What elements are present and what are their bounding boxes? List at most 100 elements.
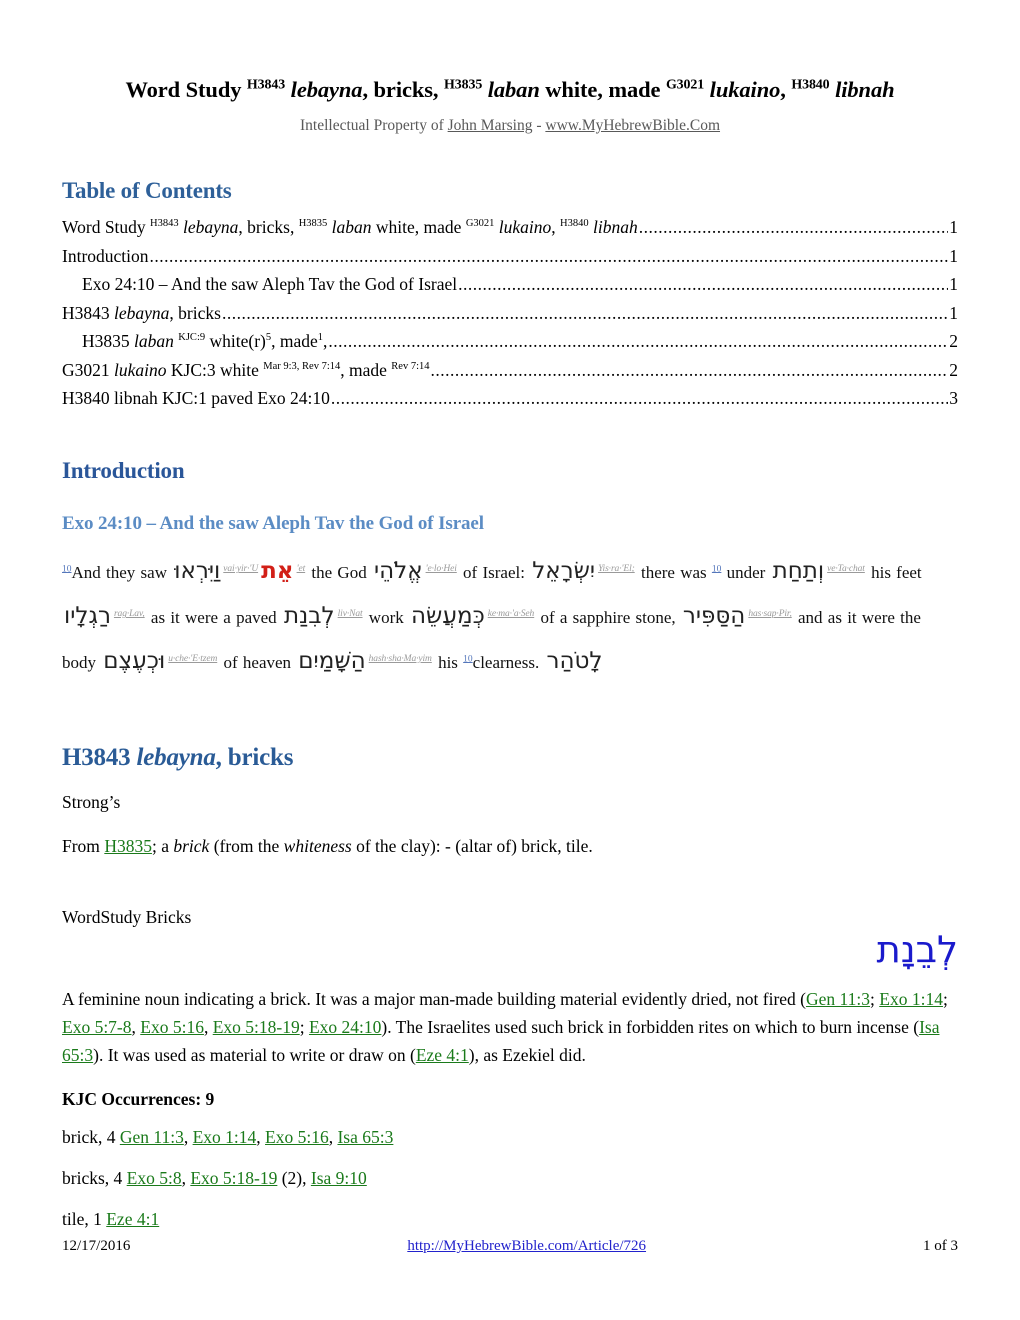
subtitle-separator: - [532, 117, 546, 135]
page-footer: 12/17/2016 http://MyHebrewBible.com/Arti… [62, 1238, 958, 1255]
toc-heading: Table of Contents [62, 178, 232, 203]
english-gloss: his feet [865, 563, 922, 582]
hebrew-word: כְּמַעֲשֵׂה [411, 602, 485, 629]
toc-label-part-0: Word Study [62, 217, 151, 237]
transliteration[interactable]: ve·Ta·chat [826, 564, 866, 575]
toc-label-part-6: , made [271, 331, 318, 352]
transliteration[interactable]: 'e·lo·Hei [425, 564, 458, 575]
strongs-def-part-3: brick [173, 836, 210, 857]
hebrew-word: לְבִנַת [283, 602, 335, 629]
h3843-desc-link-11[interactable]: Exo 24:10 [309, 1017, 381, 1037]
english-gloss: his [432, 652, 464, 672]
toc-page-number: 3 [949, 388, 958, 409]
wordstudy-hebrew-word: לְבֵנָת [876, 928, 958, 972]
strongs-def-part-6: of the clay): - (altar of) brick, tile. [351, 836, 593, 857]
footer-url-link[interactable]: http://MyHebrewBible.com/Article/726 [407, 1238, 646, 1254]
transliteration[interactable]: rag·Lav, [113, 609, 146, 619]
transliteration[interactable]: has·sap·Pir, [747, 609, 792, 619]
occurrence-1-link-1[interactable]: Exo 5:8 [127, 1168, 182, 1188]
toc-label-part-3: KJC:9 [178, 332, 206, 344]
occurrence-0-link-5[interactable]: Exo 5:16 [265, 1127, 329, 1147]
wordstudy-label: WordStudy Bricks [62, 906, 192, 927]
toc-page-number: 1 [949, 217, 958, 237]
toc-page-number: 1 [949, 274, 958, 295]
hebrew-word: וַיִּרְאוּ [174, 558, 221, 584]
introduction-section: Introduction Exo 24:10 – And the saw Ale… [62, 458, 958, 684]
h3843-desc-link-15[interactable]: Eze 4:1 [416, 1045, 469, 1065]
toc-label-part-4: , made [340, 359, 392, 380]
toc-entry-label: Exo 24:10 – And the saw Aleph Tav the Go… [82, 270, 457, 299]
toc-label-part-1: lebayna [114, 302, 170, 323]
h3843-section: H3843 lebayna, bricks Strong’s From H383… [62, 744, 958, 1234]
toc-label-part-1: lukaino [114, 359, 167, 380]
h3843-desc-link-9[interactable]: Exo 5:18-19 [213, 1017, 300, 1037]
occurrence-0-link-7[interactable]: Isa 65:3 [337, 1127, 393, 1147]
h3843-desc-link-3[interactable]: Exo 1:14 [879, 989, 943, 1009]
title-part-6: white, made [539, 77, 666, 102]
toc-entry[interactable]: Introduction............................… [62, 242, 958, 271]
toc-leader-dots: ........................................… [149, 245, 949, 266]
toc-leader-dots: ........................................… [328, 331, 948, 352]
occurrence-2-link-1[interactable]: Eze 4:1 [106, 1209, 159, 1229]
hebrew-word-aleph-tav: אֵת [261, 558, 294, 584]
title-part-11: libnah [829, 77, 895, 102]
strongs-label: Strong’s [62, 792, 121, 812]
page-title: Word Study H3843 lebayna, bricks, H3835 … [62, 0, 958, 104]
transliteration[interactable]: u·che·'E·tzem [167, 654, 218, 664]
introduction-heading: Introduction [62, 458, 185, 483]
occurrence-0-link-1[interactable]: Gen 11:3 [120, 1127, 184, 1147]
strongs-def-link-1[interactable]: H3835 [104, 836, 152, 856]
title-part-4: H3835 [443, 77, 483, 93]
verse-number-marker[interactable]: 10 [62, 564, 72, 575]
toc-label-part-3: , bricks, [238, 217, 299, 237]
toc-page-number: 1 [949, 245, 958, 266]
title-part-2: lebayna [285, 77, 363, 102]
occurrence-1-link-3[interactable]: Exo 5:18-19 [190, 1168, 277, 1188]
h3843-desc-part-14: ). It was used as material to write or d… [93, 1045, 416, 1066]
toc-entry-label: Word Study H3843 lebayna, bricks, H3835 … [62, 213, 638, 242]
toc-label-part-0: H3843 [62, 302, 115, 323]
toc-entry[interactable]: G3021 lukaino KJC:3 white Mar 9:3, Rev 7… [62, 356, 958, 385]
transliteration[interactable]: hash·sha·Ma·yim [368, 654, 433, 664]
h3843-desc-link-5[interactable]: Exo 5:7-8 [62, 1017, 132, 1037]
toc-label-part-0: H3835 [82, 331, 135, 352]
toc-entry[interactable]: H3843 lebayna, bricks...................… [62, 299, 958, 328]
transliteration[interactable]: vai·yir·'U [222, 564, 259, 575]
english-gloss: of heaven [218, 652, 297, 672]
english-gloss: as it were a paved [145, 607, 282, 627]
english-gloss: there was [635, 563, 712, 582]
occurrence-0-part-4: , [256, 1126, 266, 1147]
h3843-desc-link-7[interactable]: Exo 5:16 [140, 1017, 204, 1037]
toc-entry[interactable]: Word Study H3843 lebayna, bricks, H3835 … [62, 213, 958, 242]
kjc-occurrence-line: tile, 1 Eze 4:1 [62, 1192, 958, 1233]
transliteration[interactable]: liv·Nat [337, 609, 364, 619]
toc-label-part-11: libnah [588, 217, 638, 237]
transliteration[interactable]: 'et [296, 564, 307, 575]
subtitle-site-link[interactable]: www.MyHebrewBible.Com [545, 117, 720, 134]
subtitle-author-link[interactable]: John Marsing [448, 117, 533, 134]
english-gloss: And they saw [71, 563, 173, 582]
verse-number-marker[interactable]: 10 [463, 654, 473, 664]
strongs-def-part-2: ; a [151, 836, 174, 857]
occurrence-0-link-3[interactable]: Exo 1:14 [193, 1127, 257, 1147]
transliteration[interactable]: Yis·ra·'El; [597, 564, 636, 575]
occurrence-0-part-0: brick, 4 [62, 1126, 120, 1147]
strongs-definition: From H3835; a brick (from the whiteness … [62, 816, 958, 860]
toc-label-part-1: H3843 [150, 218, 179, 230]
toc-entry[interactable]: H3840 libnah KJC:1 paved Exo 24:10......… [62, 384, 958, 413]
toc-entry[interactable]: H3835 laban KJC:9 white(r)5, made1,.....… [62, 327, 958, 356]
toc-label-part-4: H3835 [298, 218, 328, 230]
h3843-desc-part-4: ; [942, 988, 948, 1009]
toc-entry-label: H3835 laban KJC:9 white(r)5, made1, [82, 327, 327, 356]
verse-number-marker[interactable]: 10 [712, 564, 722, 575]
h3843-desc-link-1[interactable]: Gen 11:3 [806, 989, 870, 1009]
h3843-desc-part-2: ; [870, 988, 880, 1009]
occurrence-1-link-5[interactable]: Isa 9:10 [311, 1168, 367, 1188]
toc-leader-dots: ........................................… [458, 274, 949, 295]
toc-label-part-0: H3840 libnah KJC:1 paved Exo 24:10 [62, 388, 330, 409]
h3843-heading-part-0: H3843 [62, 744, 137, 771]
hebrew-word: לָטֹהַר [546, 647, 603, 674]
h3843-description: A feminine noun indicating a brick. It w… [62, 972, 958, 1070]
transliteration[interactable]: ke·ma·'a·Seh [487, 609, 535, 619]
toc-entry[interactable]: Exo 24:10 – And the saw Aleph Tav the Go… [62, 270, 958, 299]
